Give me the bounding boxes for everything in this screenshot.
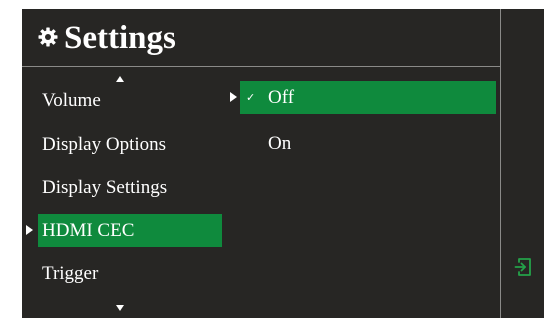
option-label: On	[268, 133, 292, 154]
menu-item-trigger[interactable]: Trigger	[38, 257, 222, 290]
menu-item-hdmi-cec[interactable]: HDMI CEC	[38, 214, 222, 247]
page-title: Settings	[64, 20, 176, 56]
menu-item-volume[interactable]: Volume	[38, 84, 222, 117]
title-bar: Settings	[22, 9, 500, 67]
checkmark-icon: ✓	[246, 91, 256, 104]
option-off[interactable]: ✓ Off	[240, 81, 496, 114]
side-panel	[501, 9, 544, 318]
exit-icon[interactable]	[514, 257, 532, 277]
menu-item-display-settings[interactable]: Display Settings	[38, 171, 222, 204]
menu-item-label: Display Settings	[42, 177, 168, 198]
menu-item-label: Volume	[42, 90, 101, 111]
pointer-triangle-icon	[26, 225, 33, 235]
option-on[interactable]: On	[240, 127, 496, 160]
gear-icon	[38, 27, 58, 47]
option-label: Off	[268, 87, 295, 108]
settings-osd-window: Settings Volume Display Options Display …	[22, 9, 544, 318]
menu-item-label: HDMI CEC	[42, 220, 135, 241]
menu-item-label: Trigger	[42, 263, 99, 284]
chevron-down-icon[interactable]	[115, 304, 125, 312]
menu-item-display-options[interactable]: Display Options	[38, 128, 222, 161]
pointer-triangle-icon	[230, 92, 237, 102]
menu-item-label: Display Options	[42, 134, 167, 155]
chevron-up-icon[interactable]	[115, 75, 125, 83]
